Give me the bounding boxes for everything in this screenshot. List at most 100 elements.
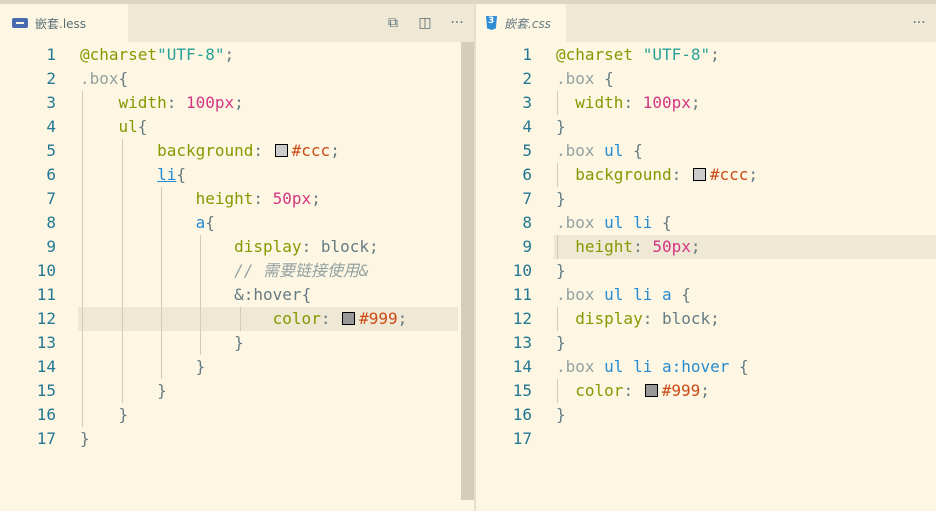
code-token: .box <box>556 213 605 232</box>
code-token: { <box>604 69 614 88</box>
code-line[interactable]: } <box>556 259 566 283</box>
code-line[interactable]: .box ul li a:hover { <box>556 355 749 379</box>
code-line[interactable]: a{ <box>80 211 215 235</box>
code-token: } <box>556 333 566 352</box>
code-line[interactable]: } <box>80 379 167 403</box>
code-token: display <box>575 309 643 328</box>
color-swatch[interactable] <box>692 168 706 181</box>
code-line[interactable]: ul{ <box>80 115 148 139</box>
code-line[interactable]: display: block; <box>80 235 379 259</box>
code-line[interactable]: } <box>80 403 129 427</box>
code-line[interactable]: .box{ <box>80 67 128 91</box>
code-token: ; <box>690 93 701 112</box>
code-line[interactable]: width: 100px; <box>556 91 701 115</box>
code-token: { <box>661 213 672 232</box>
code-token: width <box>575 93 624 112</box>
code-line[interactable]: background: #ccc; <box>556 163 758 187</box>
code-token: : <box>623 381 643 400</box>
line-number: 8 <box>522 213 532 232</box>
code-token: background <box>157 141 254 160</box>
code-line[interactable]: .box ul li { <box>556 211 672 235</box>
code-token: ul <box>118 117 138 136</box>
code-token: @charset <box>80 45 158 64</box>
tab-css-file[interactable]: 嵌套.css <box>476 4 566 42</box>
tab-bar: 嵌套.css ··· <box>476 4 936 42</box>
code-line[interactable]: .box { <box>556 67 614 91</box>
code-token: height <box>195 189 254 208</box>
code-token: #999 <box>359 309 398 328</box>
vertical-scrollbar[interactable] <box>461 42 474 500</box>
more-actions-icon[interactable]: ··· <box>446 13 468 33</box>
code-token: } <box>234 333 244 352</box>
code-token: ul li a:hover <box>604 357 740 376</box>
code-line[interactable]: .box ul { <box>556 139 643 163</box>
color-swatch[interactable] <box>644 384 658 397</box>
code-line[interactable]: } <box>80 331 244 355</box>
line-number: 11 <box>512 285 532 304</box>
code-token: .box <box>556 357 605 376</box>
code-token: { <box>301 285 312 304</box>
code-token: "UTF-8" <box>642 45 711 64</box>
color-swatch[interactable] <box>274 144 288 157</box>
code-line[interactable]: color: #999; <box>80 307 408 331</box>
code-line[interactable]: } <box>556 331 566 355</box>
code-token: : <box>671 165 691 184</box>
line-number: 2 <box>522 69 532 88</box>
code-line[interactable]: } <box>556 187 566 211</box>
code-token: ; <box>369 237 379 256</box>
code-line[interactable]: .box ul li a { <box>556 283 691 307</box>
code-token: 50px <box>652 237 691 256</box>
code-line[interactable]: } <box>80 427 90 451</box>
code-token: ; <box>710 45 720 64</box>
code-token: ul li a <box>604 285 682 304</box>
line-number: 2 <box>46 69 56 88</box>
code-token: : <box>301 237 321 256</box>
split-editor-icon[interactable]: ◫ <box>414 13 436 33</box>
line-number: 6 <box>522 165 532 184</box>
code-token: @charset <box>556 45 643 64</box>
code-token: } <box>556 117 566 136</box>
code-line[interactable]: color: #999; <box>556 379 710 403</box>
line-number: 5 <box>46 141 56 160</box>
color-swatch[interactable] <box>342 312 356 325</box>
line-number: 14 <box>36 357 56 376</box>
line-number: 9 <box>46 237 56 256</box>
code-line[interactable]: height: 50px; <box>80 187 321 211</box>
line-number: 13 <box>36 333 56 352</box>
code-line[interactable]: width: 100px; <box>80 91 244 115</box>
tab-label: 嵌套.less <box>35 16 87 31</box>
code-line[interactable]: } <box>556 403 566 427</box>
code-line[interactable]: } <box>80 355 206 379</box>
line-number: 4 <box>46 117 56 136</box>
code-token: { <box>176 165 186 184</box>
code-line[interactable]: height: 50px; <box>556 235 700 259</box>
code-line[interactable]: @charset "UTF-8"; <box>556 43 720 67</box>
code-token: display <box>234 237 302 256</box>
line-number: 7 <box>522 189 532 208</box>
line-number: 17 <box>36 429 56 448</box>
editor-pane-css[interactable]: 嵌套.css ··· 1234567891011121314151617@cha… <box>476 4 936 511</box>
more-actions-icon[interactable]: ··· <box>908 13 930 33</box>
code-token: { <box>137 117 148 136</box>
line-number: 7 <box>46 189 56 208</box>
tab-less-file[interactable]: 嵌套.less <box>0 4 128 42</box>
code-line[interactable]: background: #ccc; <box>80 139 340 163</box>
code-line[interactable]: display: block; <box>556 307 720 331</box>
code-line[interactable]: } <box>556 115 566 139</box>
code-line[interactable]: li{ <box>80 163 186 187</box>
code-line[interactable]: &:hover{ <box>80 283 311 307</box>
editor-pane-less[interactable]: 嵌套.less ⧉ ◫ ··· 1 2 3 4 5 6 7 8 9 10 11 12 13 14 15 16 1… <box>0 4 474 511</box>
code-line[interactable]: @charset"UTF-8"; <box>80 43 234 67</box>
code-token: color <box>272 309 321 328</box>
code-token: ; <box>748 165 759 184</box>
open-changes-icon[interactable]: ⧉ <box>382 13 404 33</box>
code-line[interactable]: // 需要链接使用& <box>80 259 369 283</box>
code-token: a <box>195 213 206 232</box>
